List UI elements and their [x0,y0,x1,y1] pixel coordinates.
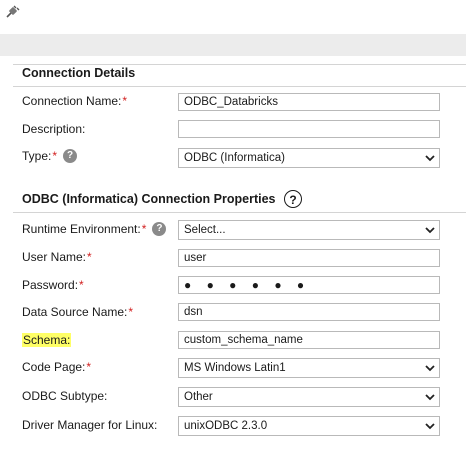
required-marker: * [128,305,134,319]
password-input[interactable]: ● ● ● ● ● ● [178,276,440,294]
section-divider [13,212,466,213]
user-name-label: User Name: * [22,250,92,264]
type-label-text: Type: [22,149,52,163]
required-marker: * [52,149,58,163]
section-title-connection-details: Connection Details [22,66,136,80]
chevron-down-icon [425,365,435,372]
code-page-label: Code Page: * [22,360,91,374]
description-input[interactable] [178,120,440,138]
code-page-select-value: MS Windows Latin1 [184,362,286,374]
runtime-environment-select-value: Select... [184,224,226,236]
schema-label-text: Schema: [22,333,72,347]
connection-name-label-text: Connection Name: [22,94,122,108]
section-title-odbc-properties: ODBC (Informatica) Connection Properties [22,192,276,206]
data-source-name-label: Data Source Name: * [22,305,133,319]
help-icon[interactable]: ? [152,222,167,236]
odbc-subtype-select-value: Other [184,391,213,403]
required-marker: * [87,250,92,264]
chevron-down-icon [425,394,435,401]
chevron-down-icon [425,423,435,430]
code-page-label-text: Code Page: [22,360,86,374]
section-divider [13,86,466,87]
password-label: Password: * [22,278,84,292]
password-label-text: Password: [22,278,79,292]
required-marker: * [79,278,84,292]
odbc-subtype-select[interactable]: Other [178,387,440,407]
help-icon[interactable]: ? [63,149,78,163]
section-divider [13,64,466,65]
odbc-subtype-label: ODBC Subtype: [22,389,108,403]
header-band [0,34,466,56]
connection-name-input[interactable]: ODBC_Databricks [178,93,440,111]
top-toolbar [0,0,466,35]
required-marker: * [86,360,92,374]
driver-manager-label: Driver Manager for Linux: [22,418,158,432]
chevron-down-icon [425,155,435,162]
connection-name-label: Connection Name: * [22,94,127,108]
code-page-select[interactable]: MS Windows Latin1 [178,358,440,378]
runtime-environment-label-text: Runtime Environment: [22,222,141,236]
type-select[interactable]: ODBC (Informatica) [178,148,440,168]
required-marker: * [122,94,128,108]
schema-input[interactable]: custom_schema_name [178,331,440,349]
user-name-label-text: User Name: [22,250,87,264]
data-source-name-label-text: Data Source Name: [22,305,128,319]
schema-label: Schema: [22,333,72,347]
description-label: Description: [22,122,86,136]
runtime-environment-label: Runtime Environment: *? [22,222,167,236]
data-source-name-input[interactable]: dsn [178,303,440,321]
help-outline-icon[interactable]: ? [284,190,302,208]
type-label: Type: *? [22,149,78,163]
chevron-down-icon [425,227,435,234]
type-select-value: ODBC (Informatica) [184,152,285,164]
user-name-input[interactable]: user [178,249,440,267]
runtime-environment-select[interactable]: Select... [178,220,440,240]
driver-manager-select[interactable]: unixODBC 2.3.0 [178,416,440,436]
driver-manager-select-value: unixODBC 2.3.0 [184,420,268,432]
plug-icon[interactable] [3,3,21,21]
required-marker: * [141,222,147,236]
